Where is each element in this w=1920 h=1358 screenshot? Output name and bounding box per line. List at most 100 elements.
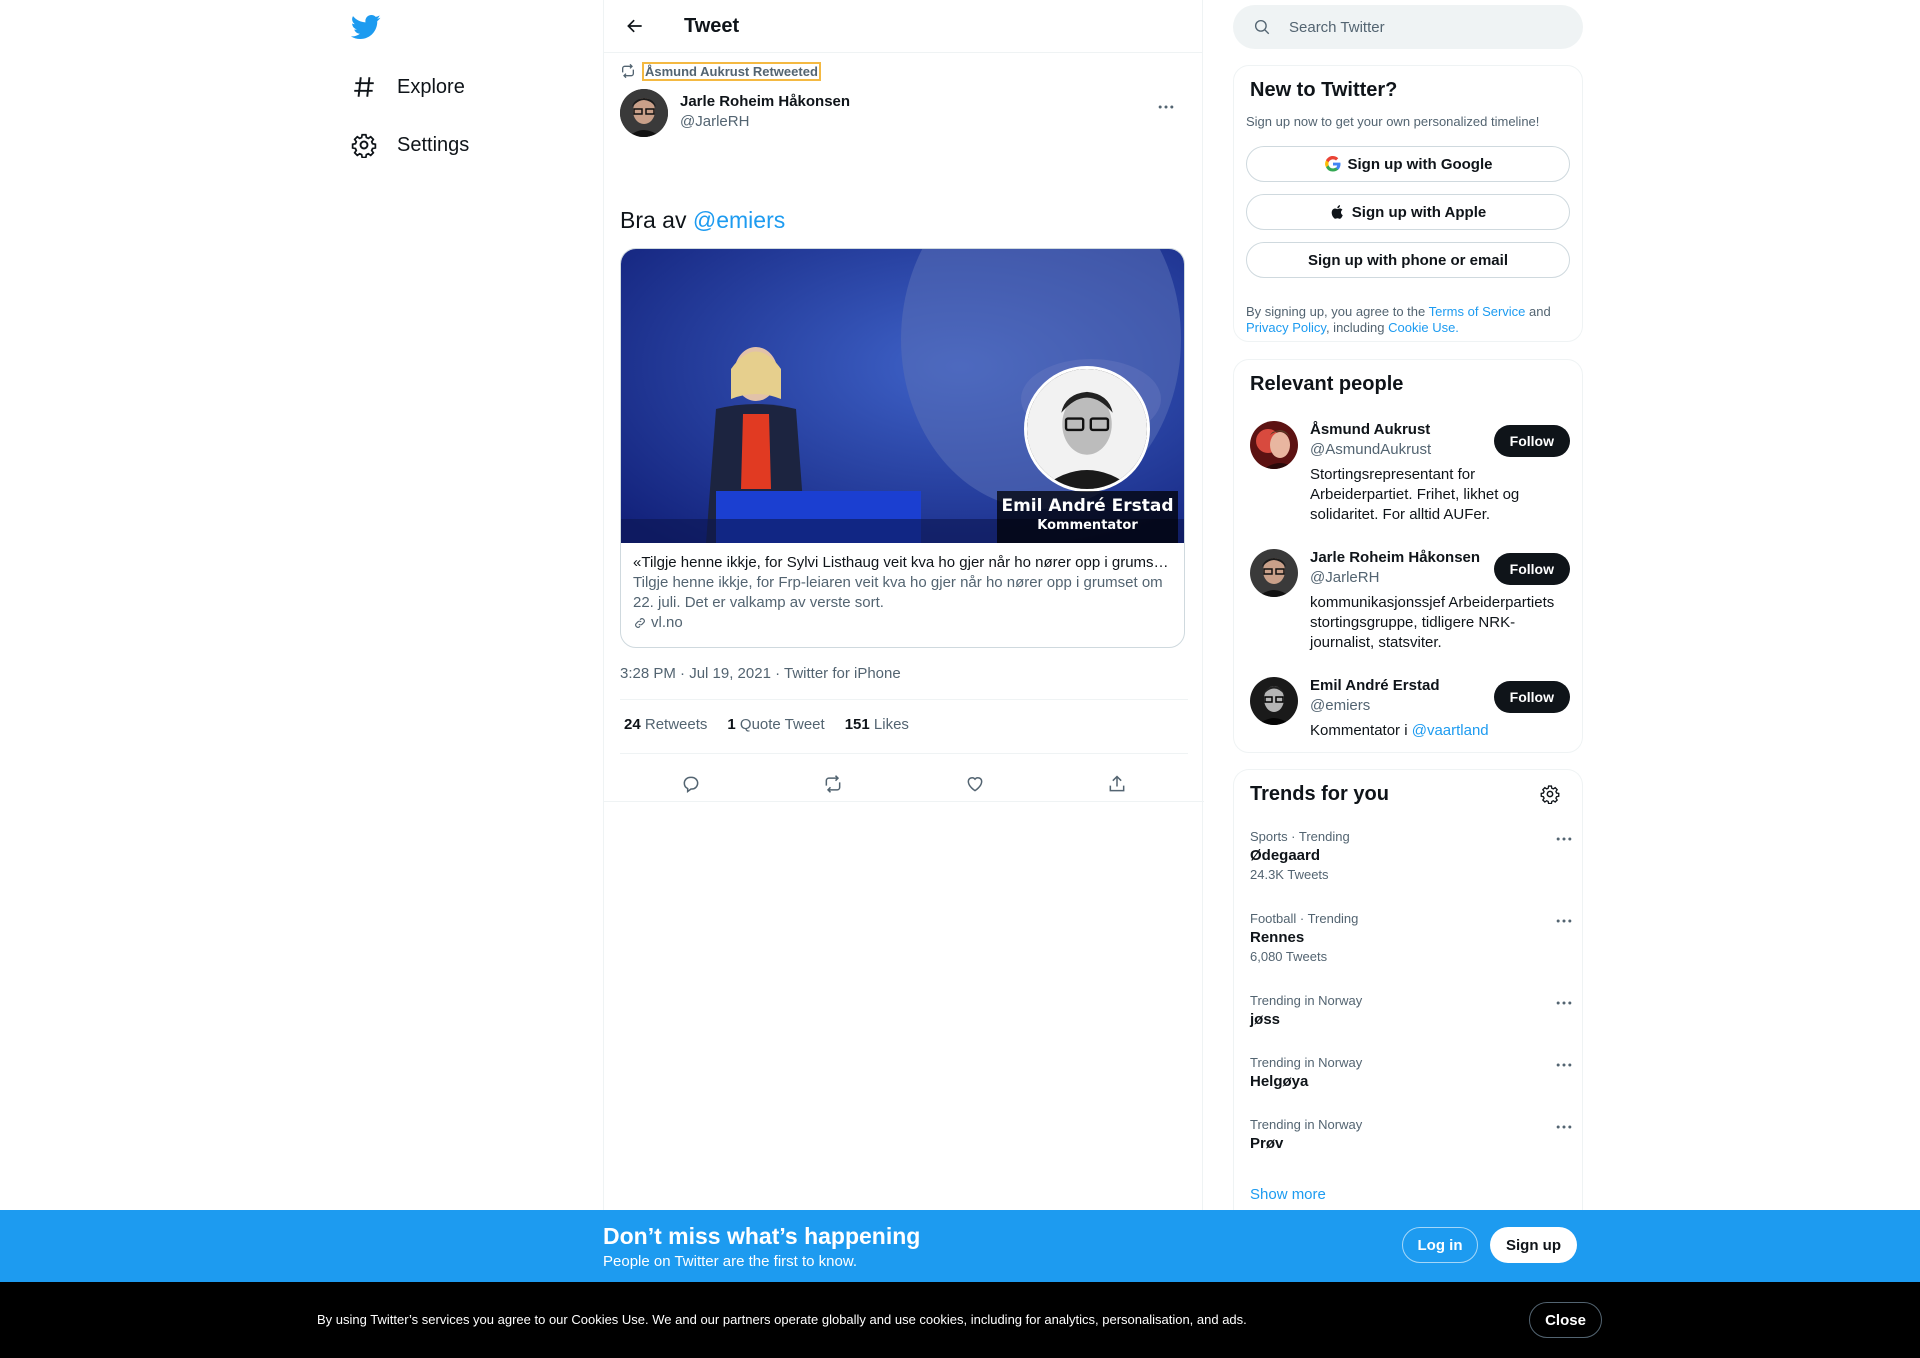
tweet-timestamp[interactable]: 3:28 PM · Jul 19, 2021 · Twitter for iPh… (620, 665, 901, 682)
caption-role: Kommentator (1037, 518, 1138, 533)
signup-google-button[interactable]: Sign up with Google (1246, 146, 1570, 182)
cookie-consent-bar: By using Twitter’s services you agree to… (0, 1282, 1920, 1358)
card-portrait (1024, 366, 1150, 492)
cookie-use-link[interactable]: Cookie Use. (1388, 320, 1459, 335)
show-more-link[interactable]: Show more (1250, 1186, 1326, 1203)
quotes-count: 1 (727, 716, 736, 733)
more-options-icon[interactable] (1554, 993, 1574, 1018)
person-handle[interactable]: @JarleRH (1310, 569, 1379, 586)
link-card[interactable]: Emil André Erstad Kommentator «Tilgje he… (620, 248, 1185, 648)
trend-meta: Trending in Norway (1250, 993, 1363, 1008)
retweet-icon[interactable] (816, 767, 850, 801)
bio-mention-link[interactable]: @vaartland (1412, 722, 1489, 739)
signup-apple-label: Sign up with Apple (1351, 203, 1487, 221)
person-bio: Kommentator i @vaartland (1310, 721, 1565, 741)
quotes-stat[interactable]: 1 Quote Tweet (727, 716, 824, 733)
trend-name: Ødegaard (1250, 847, 1321, 864)
close-button[interactable]: Close (1529, 1302, 1602, 1338)
trend-item[interactable]: Trending in Norway Prøv (1250, 1117, 1572, 1152)
card-title: «Tilgje henne ikkje, for Sylvi Listhaug … (633, 554, 1172, 571)
retweet-icon (620, 63, 636, 79)
person-handle[interactable]: @AsmundAukrust (1310, 441, 1431, 458)
person-name[interactable]: Jarle Roheim Håkonsen (1310, 549, 1480, 566)
nav-item-label: Explore (397, 75, 465, 98)
trend-item[interactable]: Trending in Norway Helgøya (1250, 1055, 1572, 1090)
card-body: «Tilgje henne ikkje, for Sylvi Listhaug … (621, 543, 1184, 643)
page-title: Tweet (684, 14, 740, 37)
search-icon (1233, 18, 1271, 36)
author-avatar[interactable] (620, 89, 668, 137)
share-icon[interactable] (1100, 767, 1134, 801)
likes-stat[interactable]: 151 Likes (845, 716, 909, 733)
avatar[interactable] (1250, 549, 1298, 597)
mention-link[interactable]: @emiers (693, 207, 785, 233)
trend-name: jøss (1250, 1011, 1281, 1028)
trend-name: Prøv (1250, 1135, 1284, 1152)
nav-item-settings[interactable]: Settings (343, 121, 477, 169)
more-options-icon[interactable] (1554, 829, 1574, 854)
search-input[interactable] (1289, 18, 1549, 36)
trend-meta: Sports · Trending (1250, 829, 1350, 844)
avatar[interactable] (1250, 677, 1298, 725)
signup-apple-button[interactable]: Sign up with Apple (1246, 194, 1570, 230)
more-options-icon[interactable] (1156, 97, 1176, 122)
signup-phone-button[interactable]: Sign up with phone or email (1246, 242, 1570, 278)
quotes-label: Quote Tweet (739, 716, 825, 733)
nav-item-explore[interactable]: Explore (343, 63, 473, 111)
follow-button[interactable]: Follow (1493, 681, 1570, 713)
terms-link[interactable]: Terms of Service (1429, 304, 1526, 319)
signup-google-label: Sign up with Google (1347, 155, 1493, 173)
page-header: Tweet (604, 0, 1202, 53)
trend-item[interactable]: Football · Trending Rennes 6,080 Tweets (1250, 911, 1572, 964)
divider (604, 801, 1204, 802)
person-name[interactable]: Emil André Erstad (1310, 677, 1439, 694)
relevant-people-panel: Relevant people Åsmund Aukrust @AsmundAu… (1233, 359, 1583, 753)
more-options-icon[interactable] (1554, 911, 1574, 936)
signup-button[interactable]: Sign up (1490, 1227, 1577, 1263)
trend-meta: Football · Trending (1250, 911, 1359, 926)
trend-meta: Trending in Norway (1250, 1117, 1363, 1132)
retweets-count: 24 (624, 716, 641, 733)
tweet-actions (620, 767, 1188, 801)
google-icon (1324, 155, 1342, 173)
reply-icon[interactable] (674, 767, 708, 801)
trends-settings-icon[interactable] (1540, 784, 1560, 809)
trend-name: Rennes (1250, 929, 1305, 946)
person-name[interactable]: Åsmund Aukrust (1310, 421, 1430, 438)
panel-title: New to Twitter? (1250, 79, 1398, 101)
back-button[interactable] (618, 9, 652, 43)
trend-meta: Trending in Norway (1250, 1055, 1363, 1070)
author-handle[interactable]: @JarleRH (680, 113, 749, 130)
gear-icon (351, 132, 377, 158)
panel-subtitle: Sign up now to get your own personalized… (1246, 114, 1540, 129)
panel-title: Trends for you (1250, 783, 1389, 805)
trends-panel: Trends for you Sports · Trending Ødegaar… (1233, 769, 1583, 1210)
follow-button[interactable]: Follow (1493, 425, 1570, 457)
retweets-stat[interactable]: 24 Retweets (624, 716, 707, 733)
author-name[interactable]: Jarle Roheim Håkonsen (680, 93, 850, 110)
legal-text: By signing up, you agree to the Terms of… (1246, 304, 1576, 336)
panel-title: Relevant people (1250, 373, 1404, 395)
trend-name: Helgøya (1250, 1073, 1309, 1090)
avatar[interactable] (1250, 421, 1298, 469)
follow-button[interactable]: Follow (1493, 553, 1570, 585)
trend-item[interactable]: Trending in Norway jøss (1250, 993, 1572, 1028)
search-box[interactable] (1233, 5, 1583, 49)
heart-icon[interactable] (958, 767, 992, 801)
twitter-bird-icon[interactable] (350, 12, 381, 42)
cookie-text: By using Twitter’s services you agree to… (317, 1312, 1247, 1327)
trend-count: 24.3K Tweets (1250, 867, 1329, 882)
more-options-icon[interactable] (1554, 1055, 1574, 1080)
hashtag-icon (351, 74, 377, 100)
person-handle[interactable]: @emiers (1310, 697, 1370, 714)
login-bar-subtitle: People on Twitter are the first to know. (603, 1253, 858, 1270)
tweet-stats: 24 Retweets 1 Quote Tweet 151 Likes (624, 716, 909, 733)
likes-label: Likes (873, 716, 909, 733)
more-options-icon[interactable] (1554, 1117, 1574, 1142)
login-button[interactable]: Log in (1402, 1227, 1478, 1263)
tweet-text-body: Bra av (620, 207, 693, 233)
trend-item[interactable]: Sports · Trending Ødegaard 24.3K Tweets (1250, 829, 1572, 882)
retweeted-by-link[interactable]: Åsmund Aukrust Retweeted (642, 61, 821, 81)
new-to-twitter-panel: New to Twitter? Sign up now to get your … (1233, 65, 1583, 342)
privacy-link[interactable]: Privacy Policy (1246, 320, 1326, 335)
